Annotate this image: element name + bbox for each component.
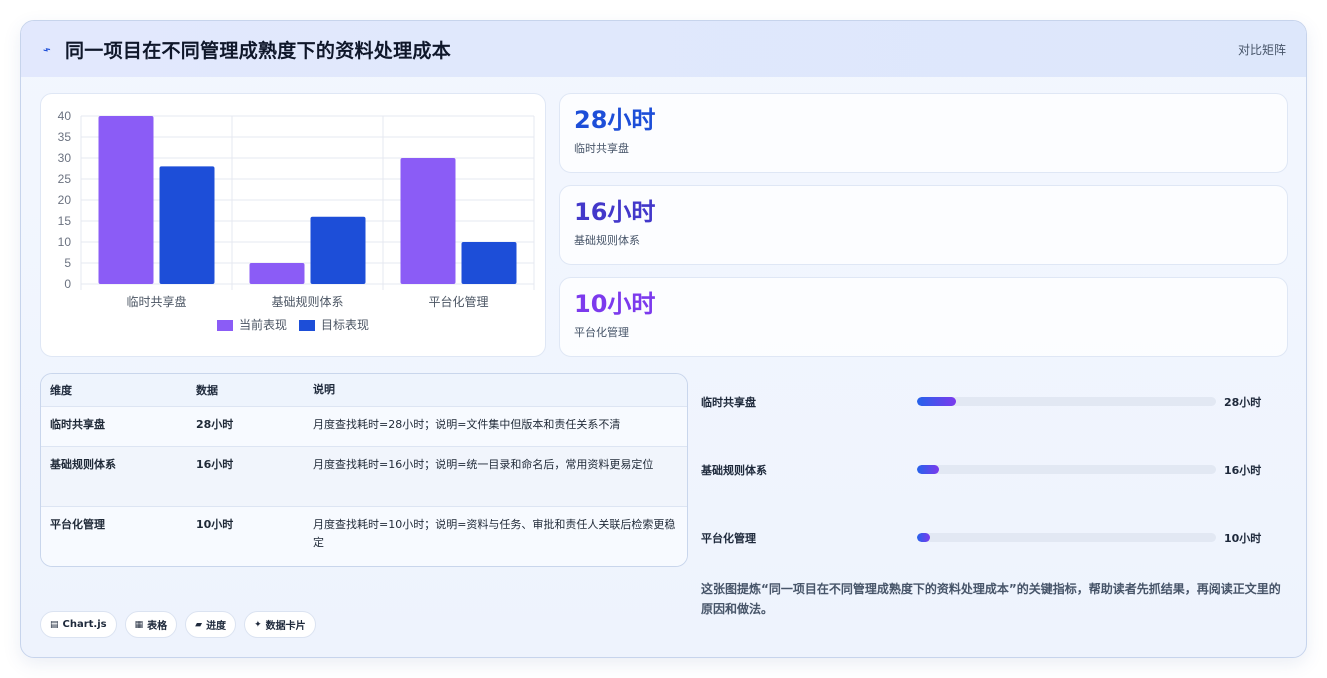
y-tick-label: 35 (58, 130, 72, 144)
badge-data-card[interactable]: ✦ 数据卡片 (244, 611, 316, 638)
stat-card-1: 28小时 临时共享盘 (559, 93, 1288, 173)
legend-swatch (299, 320, 315, 331)
table-row: 基础规则体系 16小时 月度查找耗时=16小时；说明=统一目录和命名后，常用资料… (41, 447, 687, 507)
badge-chartjs[interactable]: ▤ Chart.js (40, 611, 117, 638)
table-header-data: 数据 (196, 384, 218, 397)
stat-value: 16小时 (574, 198, 656, 226)
sparkline-icon: ⌁ (40, 41, 54, 59)
table-cell-desc: 月度查找耗时=16小时；说明=统一目录和命名后，常用资料更易定位 (313, 458, 654, 471)
compare-matrix-link[interactable]: 对比矩阵 (1238, 41, 1286, 58)
x-tick-label: 基础规则体系 (271, 294, 343, 309)
badge-label: 进度 (206, 621, 227, 632)
y-tick-label: 0 (64, 277, 71, 291)
y-tick-label: 15 (58, 214, 72, 228)
bar (461, 242, 517, 284)
table-icon: ▦ (134, 619, 144, 630)
x-tick-label: 临时共享盘 (126, 294, 186, 309)
stat-value: 28小时 (574, 106, 656, 134)
progress-icon: ▰ (195, 619, 203, 630)
bar (249, 263, 305, 284)
table-row: 临时共享盘 28小时 月度查找耗时=28小时；说明=文件集中但版本和责任关系不清 (41, 407, 687, 447)
stat-card-3: 10小时 平台化管理 (559, 277, 1288, 357)
badge-label: Chart.js (62, 619, 107, 630)
table-cell-dim: 平台化管理 (50, 518, 105, 531)
chart-icon: ▤ (50, 619, 59, 630)
progress-row: 临时共享盘 28小时 (701, 392, 1281, 412)
stat-value: 10小时 (574, 290, 656, 318)
y-tick-label: 30 (58, 151, 72, 165)
bar (310, 216, 366, 284)
tech-badges: ▤ Chart.js ▦ 表格 ▰ 进度 ✦ 数据卡片 (40, 611, 316, 638)
progress-label: 基础规则体系 (701, 464, 767, 477)
table-cell-desc: 月度查找耗时=10小时；说明=资料与任务、审批和责任人关联后检索更稳定 (313, 518, 676, 549)
badge-progress[interactable]: ▰ 进度 (185, 611, 237, 638)
legend-swatch (217, 320, 233, 331)
stat-label: 临时共享盘 (574, 142, 629, 155)
progress-label: 临时共享盘 (701, 396, 756, 409)
progress-track (917, 533, 1216, 542)
progress-track (917, 397, 1216, 406)
table-cell-data: 16小时 (196, 458, 234, 471)
progress-fill (917, 397, 956, 406)
table-cell-dim: 基础规则体系 (50, 458, 116, 471)
table-row: 平台化管理 10小时 月度查找耗时=10小时；说明=资料与任务、审批和责任人关联… (41, 507, 687, 566)
table-header-desc: 说明 (313, 383, 335, 396)
x-tick-label: 平台化管理 (428, 294, 488, 309)
progress-label: 平台化管理 (701, 532, 756, 545)
table-cell-dim: 临时共享盘 (50, 418, 105, 431)
legend-label: 目标表现 (321, 318, 369, 332)
badge-table[interactable]: ▦ 表格 (124, 611, 178, 638)
chart-caption: 这张图提炼“同一项目在不同管理成熟度下的资料处理成本”的关键指标，帮助读者先抓结… (701, 582, 1281, 616)
bar (159, 166, 215, 284)
y-tick-label: 25 (58, 172, 72, 186)
badge-label: 数据卡片 (265, 621, 306, 632)
bar (400, 158, 456, 284)
table-cell-desc: 月度查找耗时=28小时；说明=文件集中但版本和责任关系不清 (313, 418, 621, 431)
progress-value: 10小时 (1224, 532, 1262, 545)
sparkle-icon: ✦ (254, 619, 262, 630)
y-tick-label: 5 (64, 256, 71, 270)
bar-chart: 0 5 10 15 20 25 30 35 40 临时共享盘 基础规则体系 平台化管理当前表现 目标表现 (58, 109, 535, 332)
title-wrap: ⌁ 同一项目在不同管理成熟度下的资料处理成本 (40, 36, 452, 63)
legend-label: 当前表现 (239, 317, 287, 332)
stat-label: 平台化管理 (574, 326, 629, 339)
table-cell-data: 28小时 (196, 418, 234, 431)
stat-card-2: 16小时 基础规则体系 (559, 185, 1288, 265)
y-tick-label: 10 (58, 235, 72, 249)
progress-fill (917, 465, 940, 474)
y-tick-label: 20 (58, 193, 72, 207)
page-title: 同一项目在不同管理成熟度下的资料处理成本 (65, 39, 452, 62)
badge-label: 表格 (147, 621, 168, 632)
table-header-dim: 维度 (50, 384, 72, 397)
progress-track (917, 465, 1216, 474)
table-header-row: 维度 数据 说明 (41, 374, 687, 407)
progress-value: 28小时 (1224, 396, 1262, 409)
progress-value: 16小时 (1224, 464, 1262, 477)
report-card: ⌁ 同一项目在不同管理成熟度下的资料处理成本 对比矩阵 0 5 10 15 20 25 30… (20, 20, 1307, 658)
progress-row: 平台化管理 10小时 (701, 528, 1281, 548)
data-table: 维度 数据 说明 临时共享盘 28小时 月度查找耗时=28小时；说明=文件集中但… (40, 373, 688, 567)
table-cell-data: 10小时 (196, 518, 234, 531)
stat-label: 基础规则体系 (574, 234, 640, 247)
bar (98, 116, 154, 284)
progress-row: 基础规则体系 16小时 (701, 460, 1281, 480)
bar-chart-panel: 0 5 10 15 20 25 30 35 40 临时共享盘 基础规则体系 平台化管理当前表现 目标表现 (40, 93, 546, 357)
y-tick-label: 40 (58, 109, 72, 123)
progress-fill (917, 533, 931, 542)
card-header: ⌁ 同一项目在不同管理成熟度下的资料处理成本 对比矩阵 (21, 21, 1306, 77)
